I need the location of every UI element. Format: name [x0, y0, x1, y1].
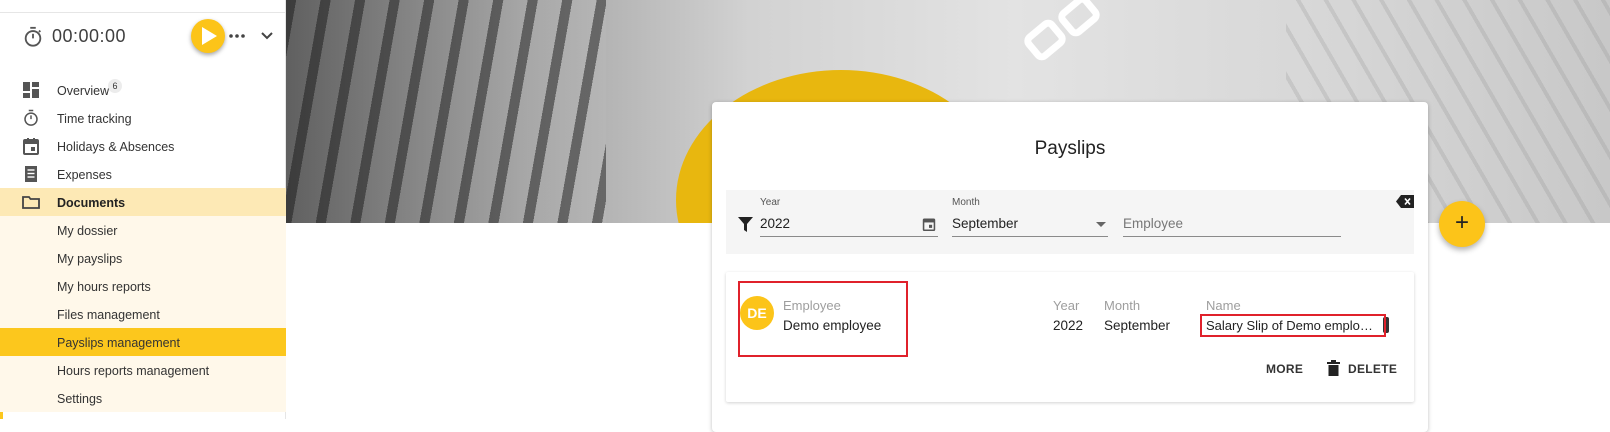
- year-filter-value: 2022: [760, 216, 791, 231]
- trash-icon[interactable]: [1327, 360, 1340, 376]
- sidebar-item-overview[interactable]: Overview 6: [0, 76, 286, 104]
- month-filter-underline: [952, 236, 1108, 237]
- year-column-label: Year: [1053, 298, 1080, 313]
- sidebar-item-label: Settings: [57, 392, 103, 406]
- notification-badge: 6: [108, 79, 122, 93]
- dashboard-icon: [23, 82, 39, 98]
- folder-icon: [22, 196, 40, 209]
- sidebar-item-label: My hours reports: [57, 280, 151, 294]
- receipt-icon: [25, 166, 37, 182]
- sidebar: 00:00:00 Overview 6 Time tracking Holida…: [0, 0, 286, 419]
- link-icon: [1024, 0, 1100, 61]
- sidebar-nav: Overview 6 Time tracking Holidays & Abse…: [0, 76, 286, 412]
- sidebar-item-my-payslips[interactable]: My payslips: [0, 244, 286, 272]
- name-column-label: Name: [1206, 298, 1241, 313]
- sidebar-item-label: Expenses: [57, 168, 112, 182]
- calendar-icon[interactable]: [922, 217, 936, 231]
- sidebar-item-files-management[interactable]: Files management: [0, 300, 286, 328]
- filter-icon: [738, 217, 753, 232]
- plus-icon: +: [1454, 209, 1469, 236]
- sidebar-item-label: Time tracking: [57, 112, 132, 126]
- month-column-label: Month: [1104, 298, 1141, 313]
- stopwatch-icon: [24, 26, 42, 47]
- sidebar-item-my-dossier[interactable]: My dossier: [0, 216, 286, 244]
- sidebar-item-documents[interactable]: Documents: [0, 188, 286, 216]
- sidebar-item-payslips-management[interactable]: Payslips management: [0, 328, 286, 356]
- sidebar-item-expenses[interactable]: Expenses: [0, 160, 286, 188]
- start-timer-button[interactable]: [191, 19, 225, 53]
- calendar-icon: [23, 138, 39, 155]
- sidebar-item-label: My payslips: [57, 252, 123, 266]
- name-highlight-box: [1200, 314, 1386, 337]
- employee-filter-placeholder: Employee: [1123, 216, 1184, 231]
- play-icon: [202, 27, 217, 45]
- timer-display: 00:00:00: [52, 26, 127, 46]
- sidebar-item-holidays[interactable]: Holidays & Absences: [0, 132, 286, 160]
- sidebar-item-settings[interactable]: Settings: [0, 384, 286, 412]
- stopwatch-icon: [24, 109, 38, 126]
- sidebar-item-hours-reports-management[interactable]: Hours reports management: [0, 356, 286, 384]
- more-horizontal-icon[interactable]: [226, 28, 248, 44]
- sidebar-item-my-hours-reports[interactable]: My hours reports: [0, 272, 286, 300]
- time-tracker-widget: 00:00:00: [0, 14, 286, 60]
- hero-spiral-decoration: [286, 0, 606, 223]
- filter-bar: Year 2022 Month September Employee: [726, 190, 1414, 254]
- sidebar-item-label: Holidays & Absences: [57, 140, 175, 154]
- backspace-icon[interactable]: [1395, 194, 1415, 209]
- year-filter-label: Year: [760, 197, 781, 208]
- sidebar-item-label: Files management: [57, 308, 160, 322]
- year-value: 2022: [1053, 318, 1084, 333]
- sidebar-item-label: Overview: [57, 84, 110, 98]
- dropdown-arrow-icon: [1096, 222, 1106, 227]
- sidebar-item-label: Hours reports management: [57, 364, 210, 378]
- chevron-down-icon[interactable]: [259, 28, 275, 44]
- month-value: September: [1104, 318, 1171, 333]
- payslip-row[interactable]: DE Employee Demo employee Year 2022 Mont…: [726, 272, 1414, 402]
- year-filter-underline: [760, 236, 938, 237]
- sidebar-item-label: My dossier: [57, 224, 118, 238]
- sidebar-item-time-tracking[interactable]: Time tracking: [0, 104, 286, 132]
- sidebar-divider: [0, 12, 286, 13]
- employee-highlight-box: [738, 281, 908, 357]
- more-button[interactable]: MORE: [1266, 362, 1303, 376]
- month-filter-value: September: [952, 216, 1019, 231]
- delete-button[interactable]: DELETE: [1348, 362, 1397, 376]
- sidebar-item-label: Documents: [57, 196, 126, 210]
- employee-filter-underline: [1123, 236, 1341, 237]
- sidebar-item-label: Payslips management: [57, 336, 180, 350]
- payslips-card: Payslips Year 2022 Month September Emplo…: [712, 102, 1428, 432]
- add-payslip-button[interactable]: +: [1439, 201, 1485, 247]
- page-title: Payslips: [1034, 138, 1106, 159]
- month-filter-label: Month: [952, 197, 980, 208]
